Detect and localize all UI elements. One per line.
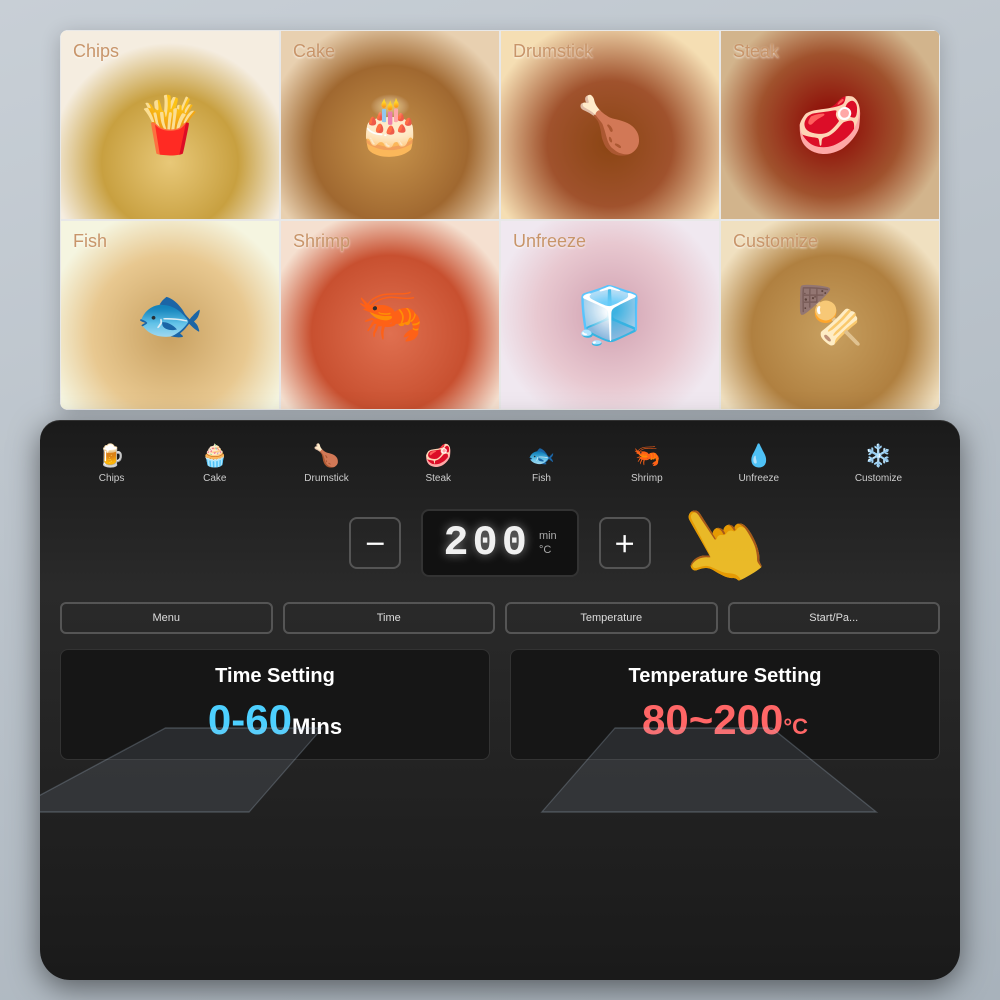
temperature-setting-panel: Temperature Setting 80~200°C [510, 649, 940, 760]
drumstick-mode-label: Drumstick [304, 473, 348, 484]
food-label-drumstick: Drumstick [513, 41, 593, 62]
mode-drumstick[interactable]: 🍗 Drumstick [304, 443, 348, 484]
fryer-body: 🍺 Chips 🧁 Cake 🍗 Drumstick 🥩 Steak 🐟 Fis… [40, 420, 960, 980]
time-setting-value: 0-60Mins [81, 696, 469, 744]
customize-icon: ❄️ [865, 443, 892, 469]
time-separator: - [231, 696, 245, 743]
chips-icon: 🍺 [98, 443, 125, 469]
chips-mode-label: Chips [99, 473, 125, 484]
temperature-button[interactable]: Temperature [505, 602, 718, 634]
food-label-customize: Customize [733, 231, 818, 252]
food-item-drumstick[interactable]: Drumstick 🍗 [500, 30, 720, 220]
food-label-shrimp: Shrimp [293, 231, 350, 252]
plus-button[interactable]: ＋ [599, 517, 651, 569]
food-label-steak: Steak [733, 41, 779, 62]
food-item-cake[interactable]: Cake 🎂 [280, 30, 500, 220]
menu-button[interactable]: Menu [60, 602, 273, 634]
unit-min: min [539, 530, 557, 542]
temp-range-end: 200 [713, 696, 783, 743]
time-setting-panel: Time Setting 0-60Mins [60, 649, 490, 760]
unit-celsius: °C [539, 544, 557, 556]
plus-btn-area: ＋ 👆 [599, 517, 651, 569]
cake-icon: 🧁 [201, 443, 228, 469]
display-units: min °C [539, 530, 557, 556]
food-item-shrimp[interactable]: Shrimp 🦐 [280, 220, 500, 410]
temperature-setting-title: Temperature Setting [531, 665, 919, 688]
temp-unit: °C [783, 714, 808, 739]
food-grid-panel: Chips 🍟 Cake 🎂 Drumstick 🍗 Steak 🥩 Fish … [60, 30, 940, 410]
display-area: － 200 min °C ＋ 👆 [80, 494, 920, 592]
time-setting-title: Time Setting [81, 665, 469, 688]
unfreeze-icon: 💧 [745, 443, 772, 469]
time-range-start: 0 [208, 696, 231, 743]
shrimp-mode-label: Shrimp [631, 473, 663, 484]
mode-customize[interactable]: ❄️ Customize [855, 443, 902, 484]
food-item-customize[interactable]: Customize 🍢 [720, 220, 940, 410]
time-button[interactable]: Time [283, 602, 496, 634]
info-panels-container: Time Setting 0-60Mins Temperature Settin… [40, 644, 960, 775]
food-label-fish: Fish [73, 231, 107, 252]
drumstick-icon: 🍗 [313, 443, 340, 469]
mode-chips[interactable]: 🍺 Chips [98, 443, 125, 484]
cake-mode-label: Cake [203, 473, 226, 484]
func-buttons-row: Menu Time Temperature Start/Pa... [40, 592, 960, 644]
fish-icon: 🐟 [528, 443, 555, 469]
mode-steak[interactable]: 🥩 Steak [425, 443, 452, 484]
steak-icon: 🥩 [425, 443, 452, 469]
minus-button[interactable]: － [349, 517, 401, 569]
mode-fish[interactable]: 🐟 Fish [528, 443, 555, 484]
time-unit: Mins [292, 714, 342, 739]
mode-unfreeze[interactable]: 💧 Unfreeze [738, 443, 779, 484]
led-display: 200 min °C [421, 509, 578, 577]
food-label-cake: Cake [293, 41, 335, 62]
unfreeze-mode-label: Unfreeze [738, 473, 779, 484]
fish-mode-label: Fish [532, 473, 551, 484]
steak-mode-label: Steak [425, 473, 451, 484]
food-item-fish[interactable]: Fish 🐟 [60, 220, 280, 410]
finger-touch-icon: 👆 [654, 478, 787, 609]
mode-cake[interactable]: 🧁 Cake [201, 443, 228, 484]
display-value: 200 [443, 519, 531, 567]
shrimp-icon: 🦐 [633, 443, 660, 469]
food-label-unfreeze: Unfreeze [513, 231, 586, 252]
time-range-end: 60 [245, 696, 292, 743]
temperature-setting-value: 80~200°C [531, 696, 919, 744]
customize-mode-label: Customize [855, 473, 902, 484]
food-item-chips[interactable]: Chips 🍟 [60, 30, 280, 220]
start-pause-button[interactable]: Start/Pa... [728, 602, 941, 634]
food-item-steak[interactable]: Steak 🥩 [720, 30, 940, 220]
food-item-unfreeze[interactable]: Unfreeze 🧊 [500, 220, 720, 410]
temp-range-start: 80 [642, 696, 689, 743]
mode-icons-row: 🍺 Chips 🧁 Cake 🍗 Drumstick 🥩 Steak 🐟 Fis… [40, 425, 960, 494]
food-label-chips: Chips [73, 41, 119, 62]
mode-shrimp[interactable]: 🦐 Shrimp [631, 443, 663, 484]
temp-separator: ~ [689, 696, 714, 743]
